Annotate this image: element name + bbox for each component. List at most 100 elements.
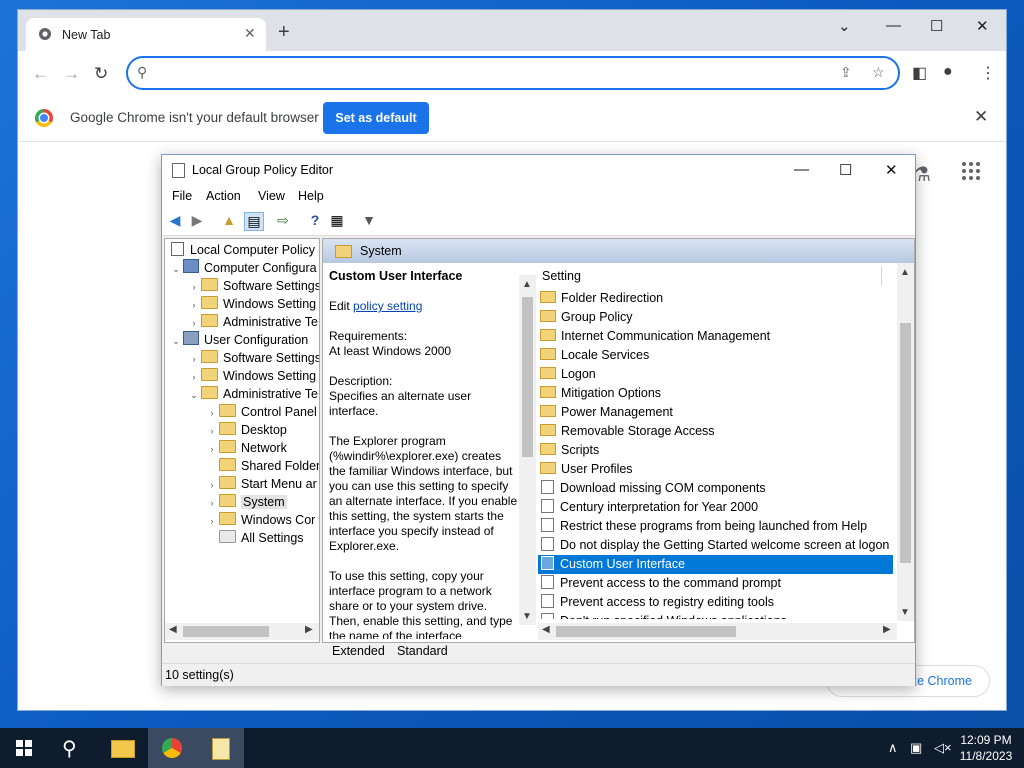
tree-horizontal-scrollbar[interactable]: ◀ ▶ xyxy=(165,623,319,640)
collapse-chevron-icon[interactable]: ⌄ xyxy=(187,386,201,404)
setting-row[interactable]: User Profiles xyxy=(538,460,893,479)
settings-horizontal-scrollbar[interactable]: ◀ ▶ xyxy=(538,623,897,640)
scroll-left-icon[interactable]: ◀ xyxy=(542,624,550,635)
settings-list-scrollbar[interactable]: ▲ ▼ xyxy=(897,263,914,621)
profile-avatar-icon[interactable]: ● xyxy=(943,63,953,81)
back-icon[interactable]: ← xyxy=(32,64,49,84)
properties-icon[interactable]: ▦ xyxy=(328,212,346,229)
setting-row[interactable]: Mitigation Options xyxy=(538,384,893,403)
tree-node-user-configuration[interactable]: ⌄ User Configuration xyxy=(169,331,308,349)
setting-row[interactable]: Locale Services xyxy=(538,346,893,365)
tree-node-local-computer-policy[interactable]: Local Computer Policy xyxy=(171,241,315,259)
setting-row[interactable]: Internet Communication Management xyxy=(538,327,893,346)
scroll-thumb[interactable] xyxy=(522,297,533,457)
setting-row[interactable]: Group Policy xyxy=(538,308,893,327)
setting-row[interactable]: Custom User Interface xyxy=(538,555,893,574)
tree-node-windows-components[interactable]: › Windows Cor xyxy=(205,511,315,529)
setting-row[interactable]: Don't run specified Windows applications xyxy=(538,612,893,619)
setting-row[interactable]: Century interpretation for Year 2000 xyxy=(538,498,893,517)
expand-chevron-icon[interactable]: › xyxy=(187,314,201,332)
scroll-thumb[interactable] xyxy=(900,323,911,563)
scroll-down-icon[interactable]: ▼ xyxy=(900,607,910,618)
setting-row[interactable]: Do not display the Getting Started welco… xyxy=(538,536,893,555)
setting-column-header[interactable]: Setting xyxy=(538,263,898,289)
file-explorer-taskbar-button[interactable] xyxy=(98,728,146,768)
tree-node-windows-settings[interactable]: › Windows Setting xyxy=(187,295,316,313)
scroll-right-icon[interactable]: ▶ xyxy=(883,624,891,635)
menu-kebab-icon[interactable]: ⋮ xyxy=(980,63,996,83)
tab-extended[interactable]: Extended xyxy=(332,644,385,658)
tree-node-shared-folders[interactable]: Shared Folder xyxy=(205,457,319,475)
setting-row[interactable]: Prevent access to registry editing tools xyxy=(538,593,893,612)
scroll-down-icon[interactable]: ▼ xyxy=(522,611,532,622)
chrome-taskbar-button[interactable] xyxy=(148,728,196,768)
setting-row[interactable]: Power Management xyxy=(538,403,893,422)
tree-node-software-settings[interactable]: › Software Settings xyxy=(187,277,319,296)
menu-action[interactable]: Action xyxy=(206,189,241,203)
show-hidden-icons-icon[interactable]: ∧ xyxy=(888,740,898,756)
setting-row[interactable]: Prevent access to the command prompt xyxy=(538,574,893,593)
menu-file[interactable]: File xyxy=(172,189,192,203)
minimize-icon[interactable]: — xyxy=(886,17,901,34)
scroll-up-icon[interactable]: ▲ xyxy=(900,267,910,278)
expand-chevron-icon[interactable]: › xyxy=(205,422,219,440)
tab-close-icon[interactable]: ✕ xyxy=(244,25,256,42)
setting-row[interactable]: Download missing COM components xyxy=(538,479,893,498)
setting-row[interactable]: Folder Redirection xyxy=(538,289,893,308)
start-button[interactable] xyxy=(0,728,48,768)
up-folder-icon[interactable]: ▲ xyxy=(220,212,238,229)
tree-node-user-software-settings[interactable]: › Software Settings xyxy=(187,349,319,367)
edit-policy-setting-link[interactable]: policy setting xyxy=(353,299,422,313)
help-icon[interactable]: ? xyxy=(306,212,324,229)
tree-node-network[interactable]: › Network xyxy=(205,439,287,457)
expand-chevron-icon[interactable]: › xyxy=(205,440,219,458)
expand-chevron-icon[interactable]: › xyxy=(187,278,201,296)
scroll-thumb[interactable] xyxy=(556,626,736,637)
tab-search-icon[interactable]: ⌄ xyxy=(838,17,851,35)
tree-node-start-menu[interactable]: › Start Menu ar xyxy=(205,475,317,493)
description-scrollbar[interactable]: ▲ ▼ xyxy=(519,275,536,625)
gpe-close-icon[interactable]: ✕ xyxy=(885,161,898,179)
tree-node-desktop[interactable]: › Desktop xyxy=(205,421,287,439)
share-icon[interactable]: ⇪ xyxy=(840,64,852,81)
expand-chevron-icon[interactable]: › xyxy=(187,296,201,314)
export-list-icon[interactable]: ⇨ xyxy=(274,212,292,229)
expand-chevron-icon[interactable]: › xyxy=(205,494,219,512)
menu-view[interactable]: View xyxy=(258,189,285,203)
gpe-taskbar-button[interactable] xyxy=(196,728,244,768)
tab-new-tab[interactable]: New Tab ✕ xyxy=(26,18,266,51)
infobar-close-icon[interactable]: ✕ xyxy=(974,107,988,127)
taskbar-clock[interactable]: 12:09 PM 11/8/2023 xyxy=(956,732,1016,764)
omnibox-input[interactable] xyxy=(158,63,822,83)
collapse-chevron-icon[interactable]: ⌄ xyxy=(169,332,183,350)
expand-chevron-icon[interactable]: › xyxy=(187,368,201,386)
scroll-left-icon[interactable]: ◀ xyxy=(169,624,177,635)
gpe-minimize-icon[interactable]: — xyxy=(794,161,809,178)
expand-chevron-icon[interactable]: › xyxy=(205,512,219,530)
tree-node-user-windows-settings[interactable]: › Windows Setting xyxy=(187,367,316,385)
tree-node-control-panel[interactable]: › Control Panel xyxy=(205,403,317,421)
scroll-up-icon[interactable]: ▲ xyxy=(522,279,532,290)
volume-muted-icon[interactable]: ◁× xyxy=(934,740,952,756)
filter-icon[interactable]: ▼ xyxy=(360,212,378,229)
show-hide-tree-icon[interactable]: ▤ xyxy=(244,212,264,231)
gpe-maximize-icon[interactable]: ☐ xyxy=(839,161,852,179)
setting-row[interactable]: Removable Storage Access xyxy=(538,422,893,441)
setting-row[interactable]: Restrict these programs from being launc… xyxy=(538,517,893,536)
scroll-right-icon[interactable]: ▶ xyxy=(305,624,313,635)
network-icon[interactable]: ▣ xyxy=(910,740,922,756)
close-window-icon[interactable]: ✕ xyxy=(976,17,989,35)
set-as-default-button[interactable]: Set as default xyxy=(323,102,429,134)
forward-arrow-icon[interactable]: ▶ xyxy=(188,212,206,229)
side-panel-icon[interactable]: ◧ xyxy=(912,63,927,83)
tree-node-system[interactable]: › System xyxy=(205,493,287,511)
forward-icon[interactable]: → xyxy=(63,64,80,84)
reload-icon[interactable]: ↻ xyxy=(94,64,108,84)
tree-node-computer-configuration[interactable]: ⌄ Computer Configura xyxy=(169,259,317,277)
expand-chevron-icon[interactable]: › xyxy=(205,476,219,494)
expand-chevron-icon[interactable]: › xyxy=(205,404,219,422)
setting-row[interactable]: Logon xyxy=(538,365,893,384)
apps-grid-icon[interactable] xyxy=(962,162,980,180)
scroll-thumb[interactable] xyxy=(183,626,269,637)
menu-help[interactable]: Help xyxy=(298,189,324,203)
